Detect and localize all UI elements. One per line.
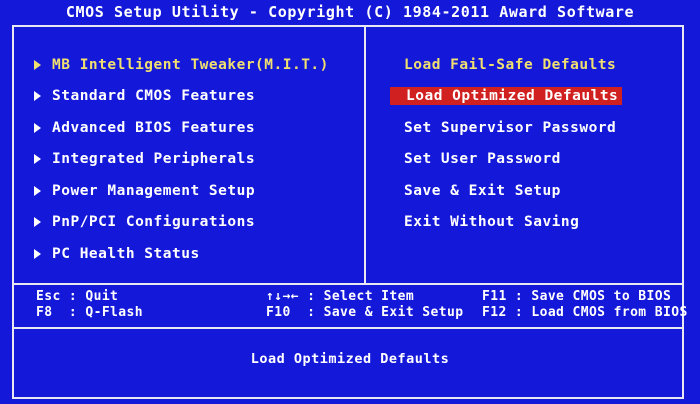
menu-item-exit-without-saving[interactable]: Exit Without Saving (404, 207, 622, 239)
menu-item-standard-cmos[interactable]: Standard CMOS Features (34, 81, 329, 113)
menu-item-set-supervisor-password[interactable]: Set Supervisor Password (404, 112, 622, 144)
menu-item-pnp-pci[interactable]: PnP/PCI Configurations (34, 207, 329, 239)
triangle-right-icon (34, 185, 41, 196)
bios-screen: CMOS Setup Utility - Copyright (C) 1984-… (0, 0, 700, 404)
menu-item-power-management[interactable]: Power Management Setup (34, 175, 329, 207)
menu-item-pc-health[interactable]: PC Health Status (34, 238, 329, 270)
key-help-divider (14, 283, 682, 285)
menu-item-mit[interactable]: MB Intelligent Tweaker(M.I.T.) (34, 49, 329, 81)
key-help-navigation: ↑↓→← : Select Item F10 : Save & Exit Setu… (266, 289, 464, 320)
right-menu: Load Fail-Safe Defaults Load Optimized D… (390, 49, 623, 239)
triangle-right-icon (34, 154, 41, 165)
triangle-right-icon (34, 91, 41, 102)
menu-item-load-optimized[interactable]: Load Optimized Defaults (390, 81, 623, 113)
status-divider (14, 327, 682, 329)
triangle-right-icon (34, 59, 41, 70)
menu-item-integrated-peripherals[interactable]: Integrated Peripherals (34, 144, 329, 176)
column-divider (364, 27, 366, 284)
key-help-quit-flash: Esc : Quit F8 : Q-Flash (36, 289, 143, 320)
status-line: Load Optimized Defaults (250, 351, 450, 367)
key-help-cmos: F11 : Save CMOS to BIOS F12 : Load CMOS f… (482, 289, 688, 320)
triangle-right-icon (34, 248, 41, 259)
menu-item-set-user-password[interactable]: Set User Password (404, 144, 622, 176)
triangle-right-icon (34, 122, 41, 133)
menu-item-advanced-bios[interactable]: Advanced BIOS Features (34, 112, 329, 144)
menu-item-load-fail-safe[interactable]: Load Fail-Safe Defaults (404, 49, 622, 81)
triangle-right-icon (34, 217, 41, 228)
window-title: CMOS Setup Utility - Copyright (C) 1984-… (65, 3, 635, 21)
menu-item-save-exit[interactable]: Save & Exit Setup (404, 175, 622, 207)
left-menu: MB Intelligent Tweaker(M.I.T.) Standard … (34, 49, 329, 270)
